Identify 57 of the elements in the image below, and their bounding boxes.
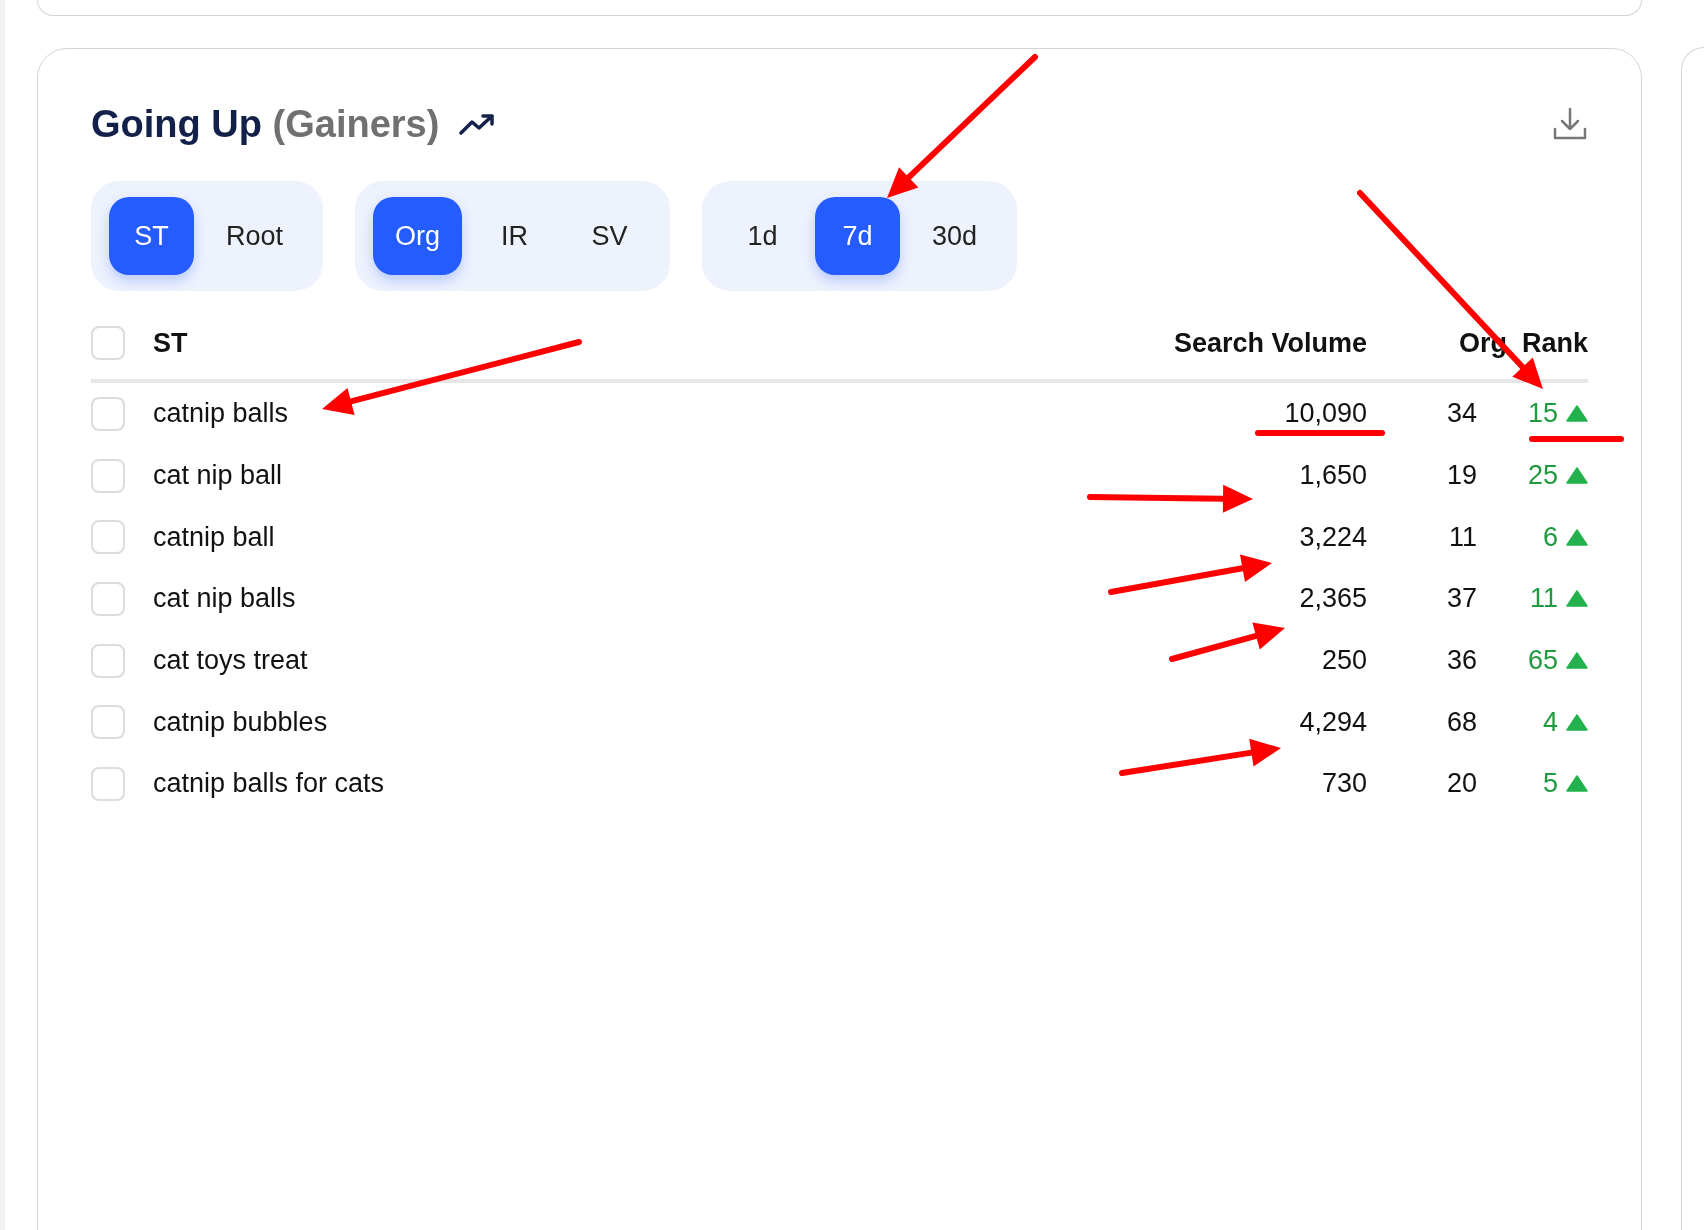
rank-cell: 4 [1542, 706, 1558, 738]
org-cell: 34 [1446, 398, 1477, 430]
filter-tab[interactable]: 30d [910, 197, 1000, 275]
org-cell: 11 [1448, 521, 1477, 553]
filter-tab[interactable]: SV [567, 197, 653, 275]
card-title: Going Up (Gainers) [91, 102, 440, 146]
volume-cell: 1,650 [1299, 460, 1367, 492]
row-checkbox[interactable] [91, 581, 125, 616]
volume-cell: 250 [1321, 645, 1367, 677]
term-cell: catnip bubbles [153, 706, 328, 738]
up-triangle-icon [1566, 528, 1588, 546]
filter-tab[interactable]: IR [472, 197, 558, 275]
up-triangle-icon [1566, 775, 1588, 793]
org-cell: 20 [1446, 768, 1477, 800]
filter-tab[interactable]: 7d [815, 197, 901, 275]
row-checkbox[interactable] [91, 643, 125, 678]
volume-cell: 2,365 [1299, 583, 1367, 615]
volume-cell: 3,224 [1299, 521, 1367, 553]
org-cell: 36 [1446, 645, 1477, 677]
rank-cell: 5 [1542, 768, 1558, 800]
filter-tab[interactable]: Org [373, 197, 463, 275]
filter-tab[interactable]: ST [109, 197, 194, 275]
rank-cell: 11 [1529, 583, 1558, 615]
download-icon[interactable] [1552, 106, 1588, 142]
org-cell: 37 [1446, 583, 1477, 615]
term-cell: cat toys treat [153, 645, 308, 677]
term-cell: cat nip ball [153, 460, 283, 492]
term-cell: catnip balls [153, 398, 289, 430]
row-checkbox[interactable] [91, 458, 125, 493]
row-checkbox[interactable] [91, 766, 125, 801]
rank-cell: 25 [1527, 460, 1558, 492]
row-checkbox[interactable] [91, 520, 125, 555]
select-all-checkbox[interactable] [91, 326, 125, 360]
term-cell: catnip ball [153, 521, 275, 553]
term-cell: cat nip balls [153, 583, 296, 615]
up-triangle-icon [1566, 590, 1588, 608]
volume-cell: 4,294 [1299, 706, 1367, 738]
filter-tab[interactable]: Root [204, 197, 306, 275]
column-header: Rank [1521, 327, 1588, 359]
up-triangle-icon [1566, 405, 1588, 423]
rank-cell: 15 [1527, 398, 1558, 430]
term-cell: catnip balls for cats [153, 768, 385, 800]
up-triangle-icon [1566, 467, 1588, 485]
org-cell: 68 [1446, 706, 1477, 738]
filter-tab[interactable]: 1d [720, 197, 806, 275]
trending-up-icon [459, 113, 496, 135]
column-header: ST [153, 327, 188, 359]
rank-cell: 65 [1527, 645, 1558, 677]
rank-cell: 6 [1542, 521, 1558, 553]
org-cell: 19 [1446, 460, 1477, 492]
row-checkbox[interactable] [91, 705, 125, 740]
up-triangle-icon [1566, 713, 1588, 731]
up-triangle-icon [1566, 652, 1588, 670]
volume-cell: 10,090 [1284, 398, 1367, 430]
column-header: Search Volume [1173, 327, 1367, 359]
volume-cell: 730 [1321, 768, 1367, 800]
row-checkbox[interactable] [91, 396, 125, 431]
